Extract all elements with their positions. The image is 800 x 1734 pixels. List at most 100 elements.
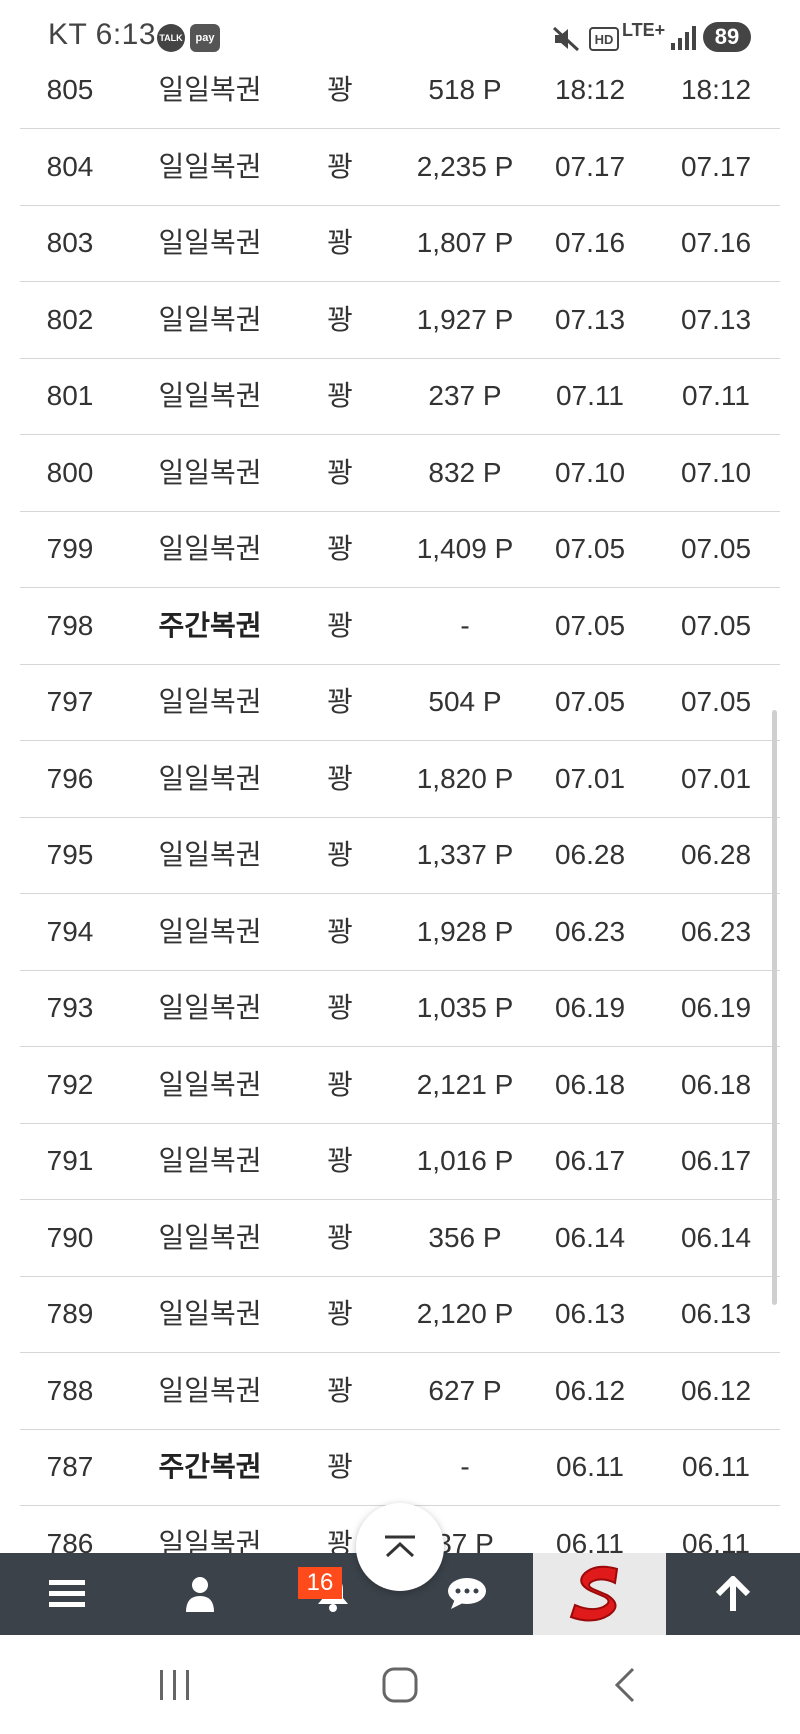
table-row[interactable]: 792 일일복권 꽝 2,121 P 06.18 06.18 [20,1047,780,1124]
scrollbar[interactable] [772,710,777,1305]
check-date: 07.13 [680,303,752,335]
row-number: 795 [46,839,94,870]
result-text: 꽝 [327,762,353,794]
check-date: 06.19 [680,992,752,1023]
check-date: 07.16 [680,227,752,258]
row-number: 793 [46,992,94,1023]
row-number: 791 [46,1145,94,1176]
back-icon [614,1667,635,1702]
profile-button[interactable] [133,1553,266,1635]
result-text: 꽝 [327,533,353,564]
user-icon [185,1577,214,1612]
check-date: 07.01 [680,762,752,794]
table-row[interactable]: 788 일일복권 꽝 627 P 06.12 06.12 [20,1353,780,1430]
draw-date: 07.05 [554,609,626,641]
check-date: 07.05 [680,533,752,564]
point-amount: 1,928 P [416,915,514,947]
lottery-type: 일일복권 [158,1298,262,1329]
point-amount: 1,927 P [416,303,514,335]
table-row[interactable]: 799 일일복권 꽝 1,409 P 07.05 07.05 [20,511,780,588]
lottery-type: 주간복권 [158,609,262,641]
battery-icon: 89 [703,22,751,52]
table-row[interactable]: 800 일일복권 꽝 832 P 07.10 07.10 [20,435,780,512]
signal-icon [671,26,696,50]
table-row[interactable]: 787 주간복권 꽝 - 06.11 06.11 [20,1429,780,1506]
draw-date: 06.13 [554,1298,626,1329]
table-row[interactable]: 795 일일복권 꽝 1,337 P 06.28 06.28 [20,817,780,894]
table-row[interactable]: 802 일일복권 꽝 1,927 P 07.13 07.13 [20,282,780,359]
check-date: 07.05 [680,686,752,717]
check-date: 07.05 [680,609,752,641]
table-row[interactable]: 803 일일복권 꽝 1,807 P 07.16 07.16 [20,205,780,282]
draw-date: 07.16 [554,227,626,258]
table-row[interactable]: 794 일일복권 꽝 1,928 P 06.23 06.23 [20,894,780,971]
chat-icon [447,1578,486,1609]
back-button[interactable] [580,1635,670,1734]
draw-date: 06.18 [554,1068,626,1100]
row-number: 790 [46,1221,94,1253]
point-amount: 237 P [428,380,502,411]
point-amount: - [460,1451,470,1482]
draw-date: 06.28 [554,839,626,870]
table-row[interactable]: 796 일일복권 꽝 1,820 P 07.01 07.01 [20,741,780,818]
table-row[interactable]: 791 일일복권 꽝 1,016 P 06.17 06.17 [20,1123,780,1200]
draw-date: 06.23 [554,915,626,947]
home-button[interactable] [355,1635,445,1734]
row-number: 796 [46,762,94,794]
lottery-type: 일일복권 [158,1145,262,1176]
result-text: 꽝 [327,1068,353,1100]
result-text: 꽝 [327,686,353,717]
point-amount: 1,337 P [416,839,514,870]
point-amount: 832 P [428,456,502,488]
lottery-type: 일일복권 [158,456,262,488]
row-number: 804 [46,150,94,182]
lte-icon: LTE+ [622,20,666,40]
draw-date: 07.13 [554,303,626,335]
check-date: 06.23 [680,915,752,947]
check-date: 06.14 [680,1221,752,1253]
row-number: 801 [46,380,94,411]
result-text: 꽝 [327,609,353,641]
table-row[interactable]: 793 일일복권 꽝 1,035 P 06.19 06.19 [20,970,780,1047]
status-bar: KT 6:13 TALK pay HD LTE+ 89 [0,0,800,72]
table-row[interactable]: 789 일일복권 꽝 2,120 P 06.13 06.13 [20,1276,780,1353]
row-number: 799 [46,533,94,564]
menu-button[interactable] [0,1553,133,1635]
table-row[interactable]: 790 일일복권 꽝 356 P 06.14 06.14 [20,1200,780,1277]
row-number: 794 [46,915,94,947]
point-amount: - [460,609,470,641]
draw-date: 07.10 [554,456,626,488]
recent-apps-button[interactable] [130,1635,220,1734]
lottery-type: 일일복권 [158,1374,262,1406]
result-text: 꽝 [327,1221,353,1253]
point-amount: 627 P [428,1374,502,1406]
lottery-type: 일일복권 [158,1221,262,1253]
result-text: 꽝 [327,1298,353,1329]
lottery-type: 일일복권 [158,1068,262,1100]
site-logo [569,1565,618,1622]
carrier-time: KT 6:13 [48,18,157,51]
row-number: 800 [46,456,94,488]
kakaotalk-icon: TALK [157,24,185,52]
scroll-to-top-button[interactable] [356,1503,444,1591]
draw-date: 06.19 [554,992,626,1023]
table-row[interactable]: 801 일일복권 꽝 237 P 07.11 07.11 [20,358,780,435]
point-amount: 2,235 P [416,150,514,182]
home-icon [382,1667,418,1702]
lottery-type: 일일복권 [158,150,262,182]
lottery-type: 주간복권 [158,1451,262,1482]
point-amount: 504 P [428,686,502,717]
table-row[interactable]: 797 일일복권 꽝 504 P 07.05 07.05 [20,664,780,741]
row-number: 792 [46,1068,94,1100]
scroll-up-button[interactable] [666,1553,800,1635]
table-row[interactable]: 798 주간복권 꽝 - 07.05 07.05 [20,588,780,665]
row-number: 789 [46,1298,94,1329]
draw-date: 07.05 [554,686,626,717]
result-text: 꽝 [327,1374,353,1406]
result-text: 꽝 [327,456,353,488]
result-text: 꽝 [327,1451,353,1482]
result-text: 꽝 [327,915,353,947]
site-logo-button[interactable] [533,1553,666,1635]
table-row[interactable]: 804 일일복권 꽝 2,235 P 07.17 07.17 [20,129,780,206]
lottery-type: 일일복권 [158,992,262,1023]
